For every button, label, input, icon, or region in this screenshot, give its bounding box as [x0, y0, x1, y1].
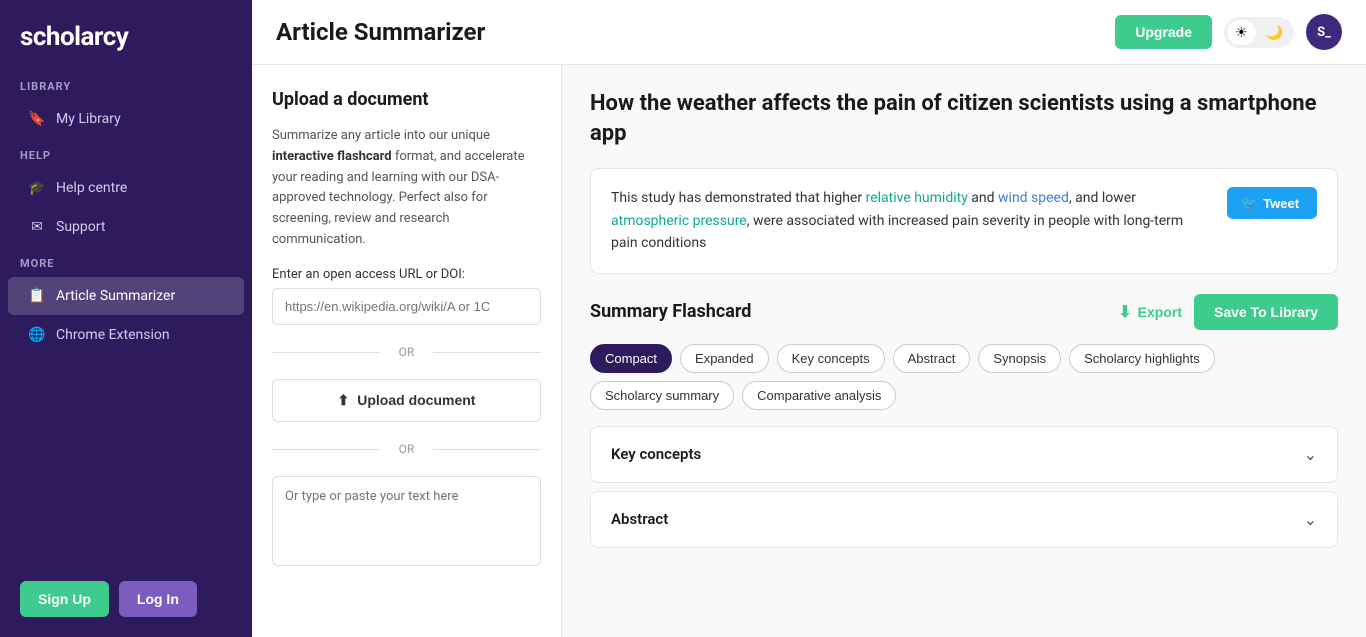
sidebar-item-article-summarizer[interactable]: 📋 Article Summarizer: [8, 277, 244, 315]
sidebar-label-help: HELP: [0, 139, 252, 168]
twitter-icon: 🐦: [1241, 195, 1257, 211]
sidebar: scholarcy LIBRARY 🔖 My Library HELP 🎓 He…: [0, 0, 252, 637]
article-title: How the weather affects the pain of citi…: [590, 89, 1338, 148]
abstract-text-2: and: [968, 190, 998, 206]
flashcard-title: Summary Flashcard: [590, 301, 751, 322]
section-title: Abstract: [611, 510, 668, 528]
content-row: Upload a document Summarize any article …: [252, 65, 1366, 637]
main-area: Article Summarizer Upgrade ☀ 🌙 S_ Upload…: [252, 0, 1366, 637]
section-abstract[interactable]: Abstract ⌄: [590, 491, 1338, 548]
tweet-button[interactable]: 🐦 Tweet: [1227, 187, 1317, 219]
sidebar-label-library: LIBRARY: [0, 70, 252, 99]
sections-container: Key concepts ⌄ Abstract ⌄: [590, 426, 1338, 548]
document-icon: 📋: [28, 287, 46, 305]
app-logo: scholarcy: [0, 0, 252, 70]
url-label: Enter an open access URL or DOI:: [272, 267, 541, 282]
upload-description: Summarize any article into our unique in…: [272, 126, 541, 251]
upload-button-label: Upload document: [357, 392, 475, 408]
avatar[interactable]: S_: [1306, 14, 1342, 50]
chevron-down-icon: ⌄: [1304, 445, 1317, 464]
link-pressure[interactable]: atmospheric pressure: [611, 213, 747, 229]
graduation-icon: 🎓: [28, 179, 46, 197]
save-to-library-button[interactable]: Save To Library: [1194, 294, 1338, 330]
sidebar-item-label: Support: [56, 219, 105, 235]
section-title: Key concepts: [611, 445, 701, 463]
abstract-text-1: This study has demonstrated that higher: [611, 190, 866, 206]
sidebar-item-my-library[interactable]: 🔖 My Library: [8, 100, 244, 138]
bookmark-icon: 🔖: [28, 110, 46, 128]
sidebar-section-library: LIBRARY 🔖 My Library: [0, 70, 252, 139]
export-label: Export: [1138, 304, 1182, 320]
tag-scholarcy-highlights[interactable]: Scholarcy highlights: [1069, 344, 1215, 373]
url-section: Enter an open access URL or DOI:: [272, 267, 541, 325]
abstract-text-3: , and lower: [1069, 190, 1136, 206]
upload-title: Upload a document: [272, 89, 541, 110]
link-humidity[interactable]: relative humidity: [866, 190, 968, 206]
sidebar-section-help: HELP 🎓 Help centre ✉ Support: [0, 139, 252, 247]
tag-comparative-analysis[interactable]: Comparative analysis: [742, 381, 896, 410]
upload-desc-plain: Summarize any article into our unique: [272, 128, 490, 143]
upload-desc-bold: interactive flashcard: [272, 149, 392, 164]
theme-toggle: ☀ 🌙: [1224, 17, 1294, 48]
tag-key-concepts[interactable]: Key concepts: [777, 344, 885, 373]
export-icon: ⬇: [1118, 302, 1131, 322]
mail-icon: ✉: [28, 218, 46, 236]
sidebar-item-label: My Library: [56, 111, 121, 127]
sidebar-item-support[interactable]: ✉ Support: [8, 208, 244, 246]
tag-synopsis[interactable]: Synopsis: [978, 344, 1061, 373]
chevron-down-icon: ⌄: [1304, 510, 1317, 529]
signup-button[interactable]: Sign Up: [20, 581, 109, 617]
tweet-label: Tweet: [1263, 196, 1299, 211]
sidebar-item-label: Article Summarizer: [56, 288, 175, 304]
page-title: Article Summarizer: [276, 18, 485, 46]
sidebar-label-more: MORE: [0, 247, 252, 276]
sidebar-item-label: Help centre: [56, 180, 127, 196]
top-header: Article Summarizer Upgrade ☀ 🌙 S_: [252, 0, 1366, 65]
tag-expanded[interactable]: Expanded: [680, 344, 769, 373]
header-right: Upgrade ☀ 🌙 S_: [1115, 14, 1342, 50]
text-input[interactable]: [272, 476, 541, 566]
chrome-icon: 🌐: [28, 326, 46, 344]
abstract-box: This study has demonstrated that higher …: [590, 168, 1338, 273]
export-button[interactable]: ⬇ Export: [1118, 302, 1182, 322]
sidebar-item-help-centre[interactable]: 🎓 Help centre: [8, 169, 244, 207]
sidebar-item-chrome-extension[interactable]: 🌐 Chrome Extension: [8, 316, 244, 354]
tag-compact[interactable]: Compact: [590, 344, 672, 373]
or-divider-2: OR: [272, 442, 541, 456]
flashcard-actions: ⬇ Export Save To Library: [1118, 294, 1338, 330]
sidebar-bottom: Sign Up Log In: [0, 561, 252, 637]
sidebar-section-more: MORE 📋 Article Summarizer 🌐 Chrome Exten…: [0, 247, 252, 355]
filter-tags: Compact Expanded Key concepts AbstractSynop…: [590, 344, 1338, 410]
link-wind[interactable]: wind speed: [998, 190, 1069, 206]
or-divider-1: OR: [272, 345, 541, 359]
left-panel: Upload a document Summarize any article …: [252, 65, 562, 637]
tag-scholarcy-summary[interactable]: Scholarcy summary: [590, 381, 734, 410]
upload-document-button[interactable]: ⬆ Upload document: [272, 379, 541, 422]
upgrade-button[interactable]: Upgrade: [1115, 15, 1212, 49]
dark-theme-button[interactable]: 🌙: [1258, 20, 1291, 45]
login-button[interactable]: Log In: [119, 581, 197, 617]
sidebar-item-label: Chrome Extension: [56, 327, 170, 343]
light-theme-button[interactable]: ☀: [1227, 20, 1256, 45]
upload-icon: ⬆: [338, 392, 350, 409]
tag-abstract[interactable]: Abstract: [893, 344, 971, 373]
url-input[interactable]: [272, 288, 541, 325]
abstract-text: This study has demonstrated that higher …: [611, 187, 1211, 254]
flashcard-header: Summary Flashcard ⬇ Export Save To Libra…: [590, 294, 1338, 330]
right-panel: How the weather affects the pain of citi…: [562, 65, 1366, 637]
section-key-concepts[interactable]: Key concepts ⌄: [590, 426, 1338, 483]
